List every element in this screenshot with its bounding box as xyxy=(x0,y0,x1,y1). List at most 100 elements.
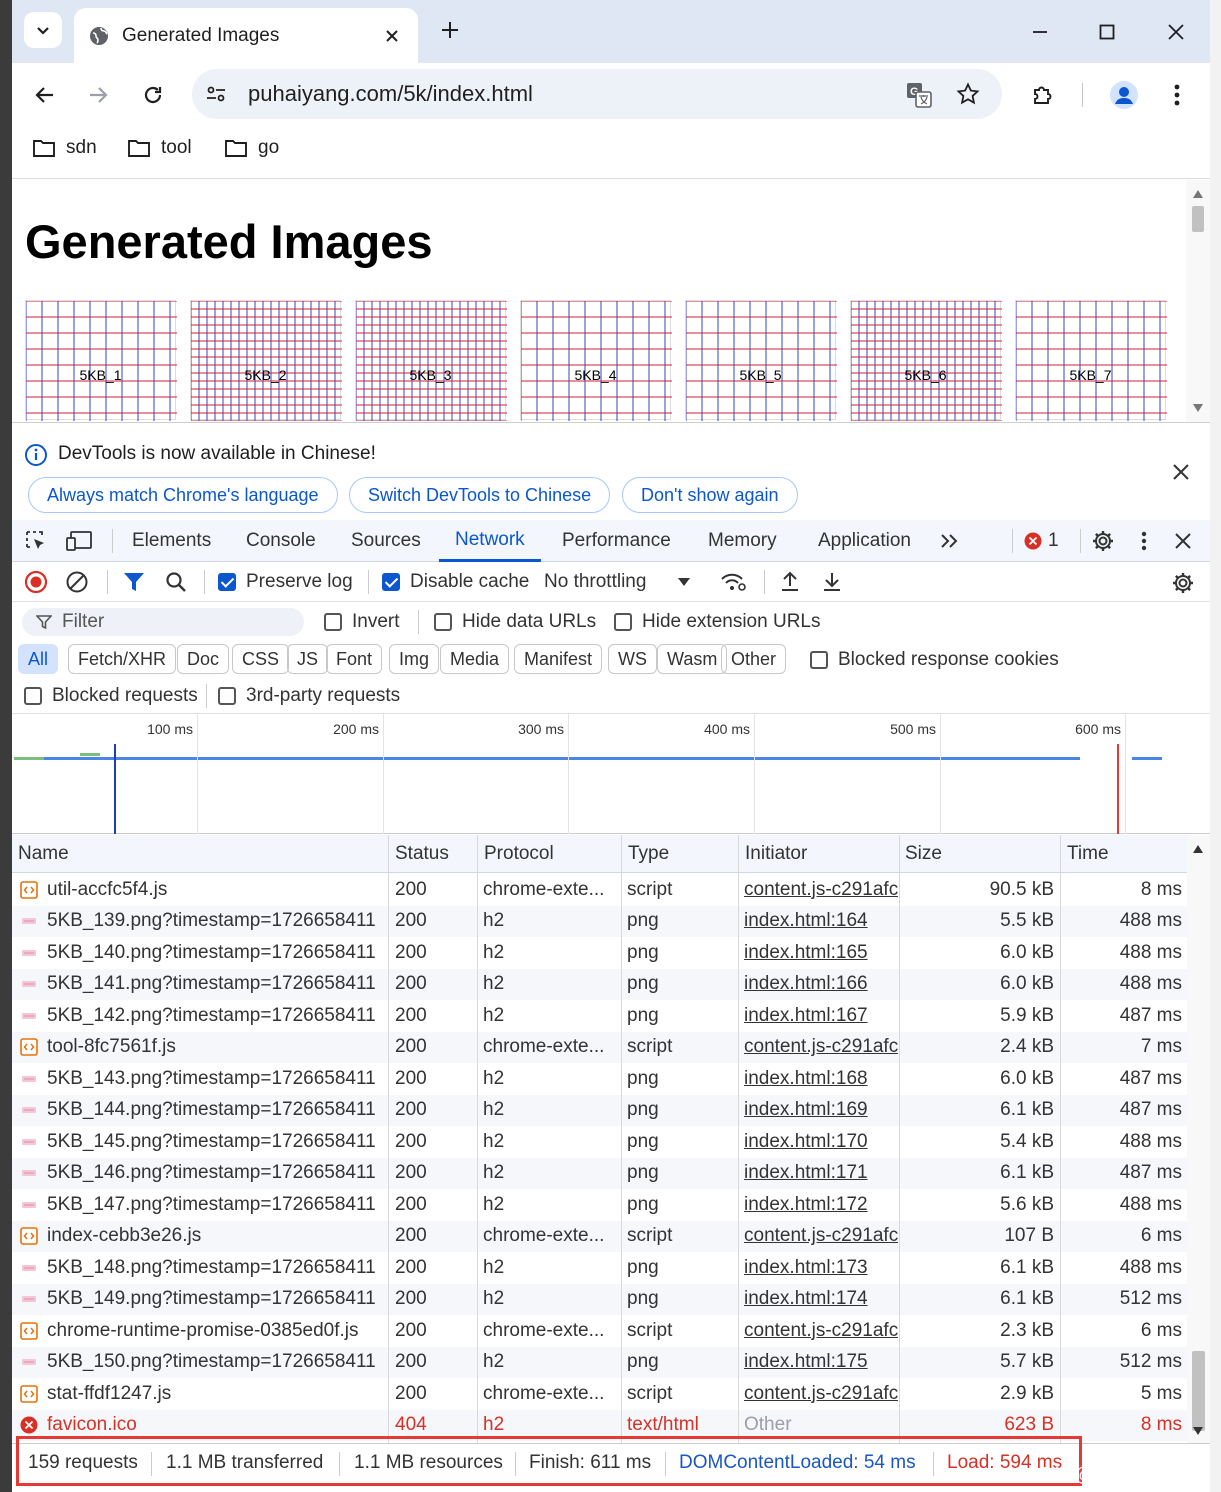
table-scroll-thumb[interactable] xyxy=(1192,1351,1205,1431)
request-name[interactable]: 5KB_139.png?timestamp=1726658411 xyxy=(47,910,376,932)
chrome-menu-button[interactable] xyxy=(1160,78,1194,112)
type-filter-ws[interactable]: WS xyxy=(608,644,657,674)
request-initiator-link[interactable]: content.js-c291afc xyxy=(744,1383,898,1405)
request-initiator-link[interactable]: index.html:168 xyxy=(744,1068,868,1090)
table-row[interactable]: 5KB_146.png?timestamp=1726658411 200 h2 … xyxy=(12,1157,1187,1189)
bookmark-folder-go[interactable]: go xyxy=(224,137,279,159)
tab-search-button[interactable] xyxy=(24,12,62,48)
filter-input[interactable]: Filter xyxy=(22,608,304,636)
invert-checkbox[interactable]: Invert xyxy=(324,611,400,633)
table-row[interactable]: 5KB_141.png?timestamp=1726658411 200 h2 … xyxy=(12,968,1187,1000)
request-initiator-link[interactable]: index.html:171 xyxy=(744,1162,868,1184)
request-initiator-link[interactable]: index.html:172 xyxy=(744,1194,868,1216)
column-header-name[interactable]: Name xyxy=(12,835,388,873)
request-name[interactable]: 5KB_145.png?timestamp=1726658411 xyxy=(47,1131,376,1153)
third-party-requests-checkbox[interactable]: 3rd-party requests xyxy=(218,685,400,707)
star-icon[interactable] xyxy=(956,82,980,111)
table-row[interactable]: 5KB_145.png?timestamp=1726658411 200 h2 … xyxy=(12,1126,1187,1158)
checkbox-unchecked[interactable] xyxy=(24,687,42,705)
request-name[interactable]: stat-ffdf1247.js xyxy=(47,1383,171,1405)
checkbox-unchecked[interactable] xyxy=(614,613,632,631)
gear-icon[interactable] xyxy=(1170,570,1196,596)
record-stop-icon[interactable] xyxy=(24,570,48,594)
request-name[interactable]: 5KB_146.png?timestamp=1726658411 xyxy=(47,1162,376,1184)
devtools-tab-elements[interactable]: Elements xyxy=(132,520,211,562)
devtools-tab-sources[interactable]: Sources xyxy=(351,520,421,562)
request-initiator-link[interactable]: content.js-c291afc xyxy=(744,879,898,901)
table-row[interactable]: index-cebb3e26.js 200 chrome-exte... scr… xyxy=(12,1220,1187,1252)
preserve-log-checkbox[interactable]: Preserve log xyxy=(218,571,353,593)
request-name[interactable]: util-accfc5f4.js xyxy=(47,879,167,901)
request-initiator-link[interactable]: index.html:166 xyxy=(744,973,868,995)
throttling-select[interactable]: No throttling xyxy=(544,571,691,593)
bookmark-folder-sdn[interactable]: sdn xyxy=(32,137,97,159)
table-row[interactable]: 5KB_148.png?timestamp=1726658411 200 h2 … xyxy=(12,1252,1187,1284)
checkbox-unchecked[interactable] xyxy=(218,687,236,705)
checkbox-unchecked[interactable] xyxy=(810,651,828,669)
extensions-button[interactable] xyxy=(1026,78,1060,112)
device-toolbar-icon[interactable] xyxy=(64,528,94,554)
site-settings-icon[interactable] xyxy=(204,82,228,111)
more-tabs-chevron-icon[interactable] xyxy=(938,528,962,554)
request-initiator-link[interactable]: index.html:174 xyxy=(744,1288,868,1310)
filter-funnel-icon[interactable] xyxy=(122,570,146,594)
disable-cache-checkbox[interactable]: Disable cache xyxy=(382,571,529,593)
request-name[interactable]: 5KB_140.png?timestamp=1726658411 xyxy=(47,942,376,964)
request-name[interactable]: 5KB_144.png?timestamp=1726658411 xyxy=(47,1099,376,1121)
type-filter-img[interactable]: Img xyxy=(389,644,440,674)
blocked-requests-checkbox[interactable]: Blocked requests xyxy=(24,685,198,707)
network-conditions-icon[interactable] xyxy=(720,570,748,594)
request-initiator-link[interactable]: index.html:164 xyxy=(744,910,868,932)
error-count[interactable]: 1 xyxy=(1048,530,1059,552)
table-row[interactable]: util-accfc5f4.js 200 chrome-exte... scri… xyxy=(12,874,1187,906)
search-icon[interactable] xyxy=(164,570,188,594)
request-name[interactable]: favicon.ico xyxy=(47,1414,137,1436)
request-name[interactable]: chrome-runtime-promise-0385ed0f.js xyxy=(47,1320,359,1342)
new-tab-button[interactable] xyxy=(436,16,464,44)
column-header-size[interactable]: Size xyxy=(899,835,1060,873)
page-scroll-thumb[interactable] xyxy=(1192,206,1204,232)
column-header-status[interactable]: Status xyxy=(389,835,477,873)
switch-to-chinese-button[interactable]: Switch DevTools to Chinese xyxy=(349,477,611,513)
page-scrollbar[interactable] xyxy=(1186,180,1210,422)
clear-icon[interactable] xyxy=(65,570,89,594)
inspect-element-icon[interactable] xyxy=(22,528,50,554)
download-icon[interactable] xyxy=(820,570,844,594)
request-name[interactable]: 5KB_148.png?timestamp=1726658411 xyxy=(47,1257,376,1279)
type-filter-css[interactable]: CSS xyxy=(232,644,290,674)
minimize-button[interactable] xyxy=(1022,14,1058,50)
table-row[interactable]: 5KB_143.png?timestamp=1726658411 200 h2 … xyxy=(12,1063,1187,1095)
gear-icon[interactable] xyxy=(1090,528,1116,554)
request-initiator-link[interactable]: content.js-c291afc xyxy=(744,1036,898,1058)
dont-show-again-button[interactable]: Don't show again xyxy=(622,477,798,513)
devtools-tab-performance[interactable]: Performance xyxy=(562,520,671,562)
type-filter-media[interactable]: Media xyxy=(440,644,510,674)
request-name[interactable]: 5KB_150.png?timestamp=1726658411 xyxy=(47,1351,376,1373)
profile-button[interactable] xyxy=(1107,78,1141,112)
bookmark-folder-tool[interactable]: tool xyxy=(127,137,192,159)
request-name[interactable]: 5KB_147.png?timestamp=1726658411 xyxy=(47,1194,376,1216)
table-scrollbar[interactable] xyxy=(1187,835,1210,1443)
checkbox-unchecked[interactable] xyxy=(324,613,342,631)
table-row[interactable]: 5KB_144.png?timestamp=1726658411 200 h2 … xyxy=(12,1094,1187,1126)
checkbox-unchecked[interactable] xyxy=(434,613,452,631)
checkbox-checked[interactable] xyxy=(218,573,236,591)
type-filter-all[interactable]: All xyxy=(18,644,59,674)
request-initiator-link[interactable]: index.html:170 xyxy=(744,1131,868,1153)
reload-button[interactable] xyxy=(136,78,170,112)
type-filter-doc[interactable]: Doc xyxy=(177,644,230,674)
window-close-button[interactable] xyxy=(1158,14,1194,50)
back-button[interactable] xyxy=(28,78,62,112)
request-name[interactable]: index-cebb3e26.js xyxy=(47,1225,201,1247)
network-overview-timeline[interactable]: 100 ms 200 ms 300 ms 400 ms 500 ms 600 ms xyxy=(12,714,1210,834)
table-row[interactable]: 5KB_142.png?timestamp=1726658411 200 h2 … xyxy=(12,1000,1187,1032)
type-filter-manifest[interactable]: Manifest xyxy=(514,644,603,674)
upload-icon[interactable] xyxy=(778,570,802,594)
devtools-tab-application[interactable]: Application xyxy=(818,520,911,562)
devtools-tab-network[interactable]: Network xyxy=(439,520,541,562)
maximize-button[interactable] xyxy=(1089,14,1125,50)
column-header-initiator[interactable]: Initiator xyxy=(739,835,899,873)
table-row[interactable]: 5KB_139.png?timestamp=1726658411 200 h2 … xyxy=(12,905,1187,937)
blocked-response-cookies-checkbox[interactable]: Blocked response cookies xyxy=(810,649,1059,671)
request-name[interactable]: 5KB_141.png?timestamp=1726658411 xyxy=(47,973,376,995)
